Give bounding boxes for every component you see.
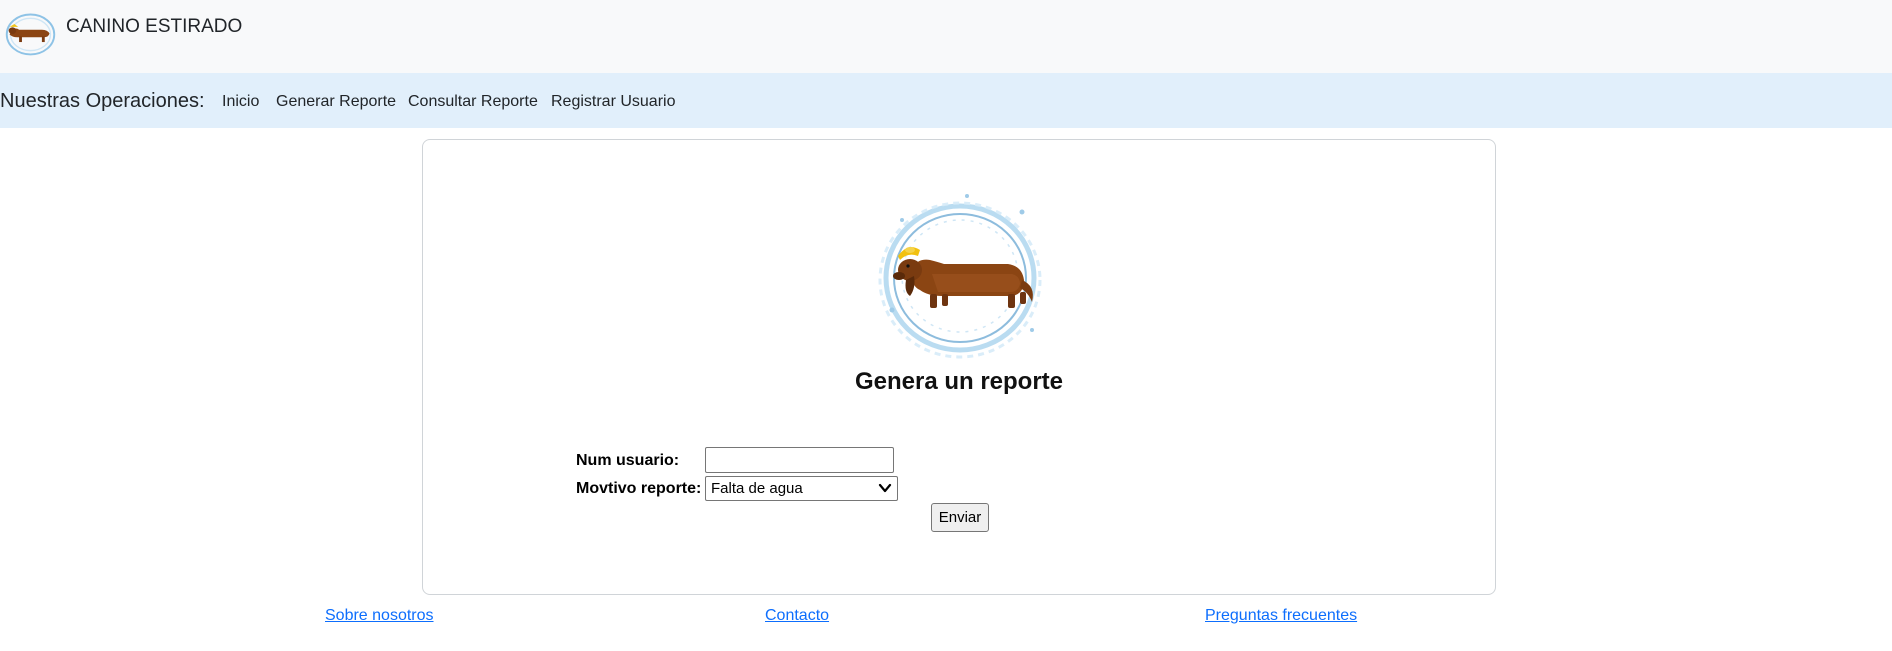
main-navbar: Nuestras Operaciones: Inicio Generar Rep… [0,73,1892,128]
footer-link-contacto[interactable]: Contacto [765,607,829,625]
report-card: Genera un reporte Num usuario: Movtivo r… [422,139,1496,595]
motivo-reporte-select[interactable]: Falta de agua [705,476,898,501]
enviar-button[interactable]: Enviar [931,503,989,532]
nav-link-registrar-usuario[interactable]: Registrar Usuario [551,93,675,111]
motivo-reporte-selected-value: Falta de agua [711,480,803,497]
chevron-down-icon [878,483,892,493]
page-title: Genera un reporte [854,368,1064,395]
brand-logo-icon[interactable] [2,9,59,58]
motivo-reporte-label: Movtivo reporte: [576,480,702,497]
footer-link-preguntas-frecuentes[interactable]: Preguntas frecuentes [1205,607,1357,625]
nav-link-consultar-reporte[interactable]: Consultar Reporte [408,93,538,111]
footer-link-sobre-nosotros[interactable]: Sobre nosotros [325,607,434,625]
num-usuario-label: Num usuario: [576,452,680,469]
top-header: CANINO ESTIRADO [0,0,1892,73]
dachshund-logo-icon [878,194,1042,359]
brand-name[interactable]: CANINO ESTIRADO [66,16,242,38]
nav-link-inicio[interactable]: Inicio [222,93,259,111]
num-usuario-input[interactable] [705,447,894,473]
nav-heading: Nuestras Operaciones: [0,90,205,112]
nav-link-generar-reporte[interactable]: Generar Reporte [276,93,396,111]
